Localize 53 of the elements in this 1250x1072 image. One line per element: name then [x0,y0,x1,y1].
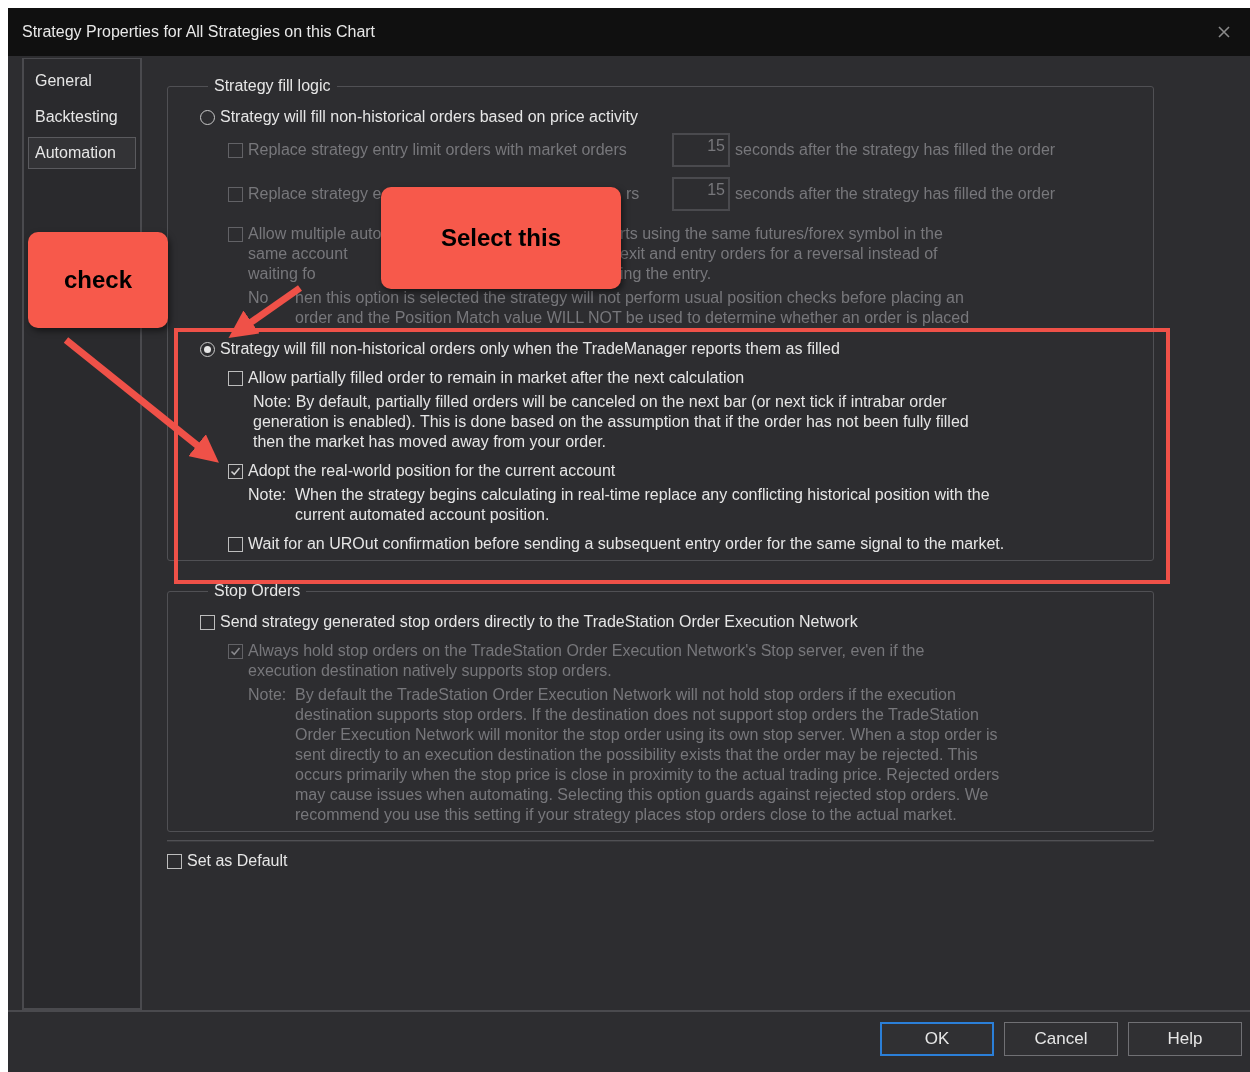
note-text: recommend you use this setting if your strategy places stop orders close to the actual market. [295,805,958,825]
note-text: Order Execution Network will monitor the stop order using its own stop server. When a stop order is [295,725,999,745]
note-text: destination supports stop orders. If the destination does not support stop orders the TradeStation [295,705,980,725]
dialog-button[interactable]: Help [1128,1022,1242,1056]
checkbox[interactable] [200,615,215,630]
option-label: Strategy will fill non-historical orders based on price activity [220,107,638,127]
group-title: Strategy fill logic [213,77,332,95]
option-label: waiting fo [248,264,316,284]
option-label: Always hold stop orders on the TradeStation Order Execution Network's Stop server, even if the [248,641,925,661]
close-icon[interactable] [1218,26,1230,38]
callout: Select this [381,187,621,289]
option-label: Set as Default [187,851,288,871]
note-text: Note: By default, partially filled orders will be canceled on the next bar (or next tick if intrabar order [253,392,948,412]
note-text: occurs primarily when the stop price is close in proximity to the actual trading price. Rejected orders [295,765,1001,785]
dialog-button[interactable]: Cancel [1004,1022,1118,1056]
checkbox[interactable] [228,537,243,552]
note-text: sent directly to an execution destination the possibility exists that the order may be rejected. This [295,745,979,765]
note-text: generation is enabled). This is done based on the assumption that if the order has not been fully filled [253,412,970,432]
option-label: Adopt the real-world position for the current account [248,461,616,481]
note-text: current automated account position. [295,505,551,525]
note-text: When the strategy begins calculating in real-time replace any conflicting historical position with the [295,485,991,505]
checkbox[interactable] [228,371,243,386]
note-text: By default the TradeStation Order Execution Network will not hold stop orders if the execution [295,685,957,705]
option-label: Wait for an UROut confirmation before sending a subsequent entry order for the same signal to the market. [248,534,1005,554]
note-label: No [248,288,270,308]
checkbox[interactable] [167,854,182,869]
sidebar-tab[interactable]: Automation [28,137,136,169]
option-label: execution destination natively supports stop orders. [248,661,613,681]
option-label: Replace strategy entry limit orders with market orders [248,141,627,158]
option-label: Allow partially filled order to remain in market after the next calculation [248,368,745,388]
option-label: ing the entry. [620,264,712,284]
group-title: Stop Orders [213,582,302,600]
note-text: then the market has moved away from your order. [253,432,608,452]
callout: check [28,232,168,328]
note-text: may cause issues when automating. Selecting this option guards against rejected stop orders. We [295,785,990,805]
option-label: Send strategy generated stop orders directly to the TradeStation Order Execution Network [220,612,858,632]
option-label: exit and entry orders for a reversal instead of [620,244,938,264]
option-label: rs [626,184,640,204]
checkbox[interactable] [228,464,243,479]
option-label: Strategy will fill non-historical orders only when the TradeManager reports them as filled [220,339,840,359]
field-suffix: seconds after the strategy has filled the order [735,185,1056,203]
note-text: order and the Position Match value WILL NOT be used to determine whether an order is placed [295,308,971,328]
field-suffix: seconds after the strategy has filled the order [735,141,1056,159]
option-label: Allow multiple auto [248,224,382,244]
sidebar-tab[interactable]: General [28,65,136,97]
sidebar-tab[interactable]: Backtesting [28,101,136,133]
option-label: Replace strategy e [248,184,382,204]
window-title: Strategy Properties for All Strategies on this Chart [22,23,376,41]
note-label: Note: [248,485,288,505]
option-label: rts using the same futures/forex symbol in the [620,224,943,244]
option-label: same account [248,244,348,264]
dialog-button[interactable]: OK [880,1022,994,1056]
note-label: Note: [248,685,288,705]
